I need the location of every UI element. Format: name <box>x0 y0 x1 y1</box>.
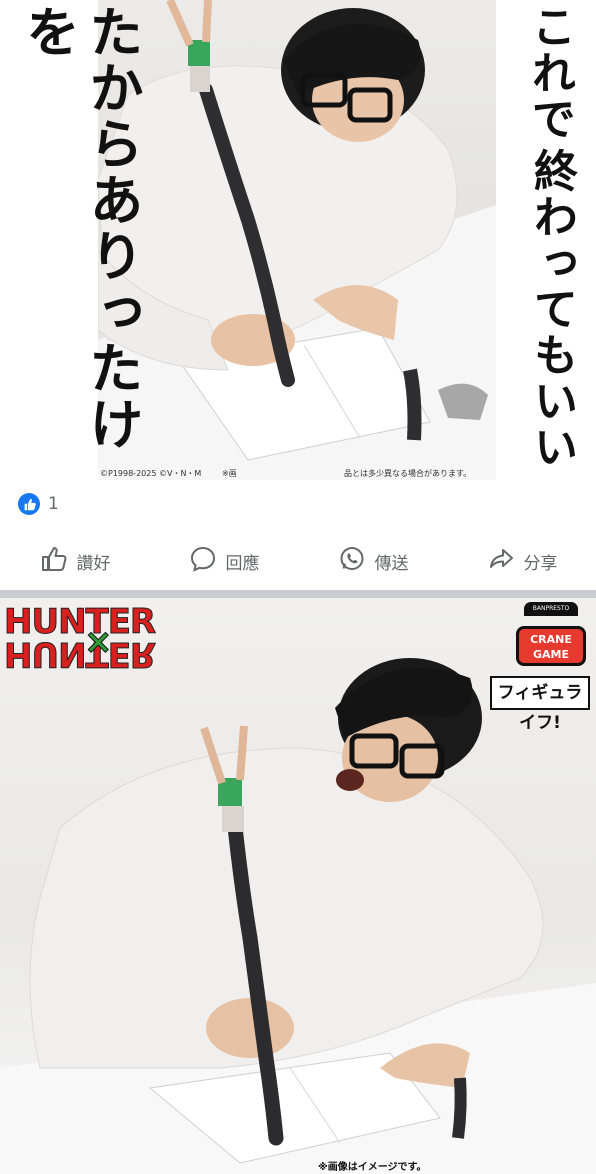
reaction-count: 1 <box>48 494 59 514</box>
hunter-x-hunter-logo: HUNTER HUNTER × <box>3 604 158 675</box>
disclaimer-text: 品とは多少異なる場合があります。 <box>344 469 472 478</box>
send-button[interactable]: 傳送 <box>298 540 447 582</box>
image-note: ※画像はイメージです。 <box>318 1162 427 1173</box>
comment-button[interactable]: 回應 <box>149 540 298 582</box>
send-label: 傳送 <box>374 553 409 574</box>
crane-game-label: CRANE GAME <box>516 626 586 666</box>
comment-icon <box>188 544 218 579</box>
like-button[interactable]: 讚好 <box>0 540 149 582</box>
share-icon <box>486 544 516 579</box>
thumbs-up-icon <box>39 544 69 579</box>
whatsapp-icon <box>337 544 367 579</box>
headline-vertical-left: たからありったけを <box>16 4 144 452</box>
reaction-summary[interactable]: 1 <box>18 491 59 517</box>
like-icon <box>18 493 40 515</box>
post-image-2[interactable]: HUNTER HUNTER × BANPRESTO CRANE GAME フィギ… <box>0 598 596 1174</box>
copyright-text: ©P1998-2025 ©V・N・M <box>100 469 202 478</box>
banpresto-label: BANPRESTO <box>524 602 578 616</box>
logo-x-mark: × <box>84 622 113 663</box>
feed-divider <box>0 590 596 598</box>
figure-life-logo: フィギュライフ! <box>490 676 590 733</box>
post-image[interactable]: たからありったけを これで 終わってもいい ©P1998-2025 ©V・N・M… <box>0 0 596 480</box>
headline-vertical-right-2: 終わってもいい <box>526 148 577 470</box>
headline-vertical-right-1: これで <box>524 4 575 142</box>
share-button[interactable]: 分享 <box>447 540 596 582</box>
post-action-bar: 讚好 回應 傳送 分享 <box>0 540 596 582</box>
like-label: 讚好 <box>76 553 111 574</box>
comment-label: 回應 <box>225 553 260 574</box>
person-writing-illustration <box>98 0 496 480</box>
crane-game-badge: BANPRESTO CRANE GAME <box>512 602 590 672</box>
share-label: 分享 <box>523 553 558 574</box>
copyright-mark: ※画 <box>222 469 237 478</box>
logo-text-bottom: HUNTER <box>4 634 156 675</box>
